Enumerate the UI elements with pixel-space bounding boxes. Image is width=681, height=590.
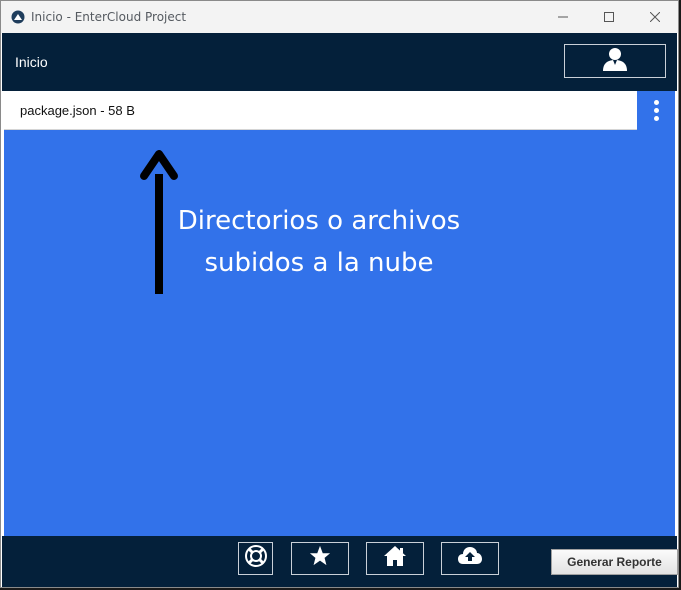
list-item[interactable]: package.json - 58 B	[4, 91, 675, 130]
file-list-area: Directorios o archivos subidos a la nube	[4, 130, 675, 536]
user-profile-button[interactable]	[564, 44, 666, 78]
app-logo-icon	[11, 10, 25, 24]
help-button[interactable]	[238, 542, 273, 575]
file-label: package.json - 58 B	[20, 103, 135, 118]
favorites-button[interactable]	[291, 542, 349, 575]
minimize-button[interactable]	[540, 1, 586, 33]
annotation-line: Directorios o archivos	[177, 206, 461, 236]
kebab-menu-icon	[653, 100, 659, 105]
home-icon	[383, 545, 407, 572]
annotation-text: Directorios o archivos subidos a la nube	[154, 200, 484, 284]
maximize-button[interactable]	[586, 1, 632, 33]
title-bar[interactable]: Inicio - EnterCloud Project	[1, 1, 678, 33]
user-icon	[602, 47, 628, 76]
app-footer: Generar Reporte	[2, 536, 678, 587]
app-window: Inicio - EnterCloud Project Inicio packa…	[0, 0, 679, 588]
file-options-button[interactable]	[637, 91, 675, 130]
upload-button[interactable]	[441, 542, 499, 575]
page-title: Inicio	[15, 54, 48, 70]
generate-report-button[interactable]: Generar Reporte	[551, 549, 678, 575]
home-button[interactable]	[366, 542, 424, 575]
window-controls	[540, 1, 678, 33]
cloud-upload-icon	[457, 546, 483, 571]
star-icon	[309, 545, 331, 572]
window-title: Inicio - EnterCloud Project	[31, 10, 187, 24]
lifebuoy-icon	[244, 544, 268, 573]
annotation-line: subidos a la nube	[204, 248, 434, 278]
app-header: Inicio	[2, 33, 677, 91]
close-button[interactable]	[632, 1, 678, 33]
